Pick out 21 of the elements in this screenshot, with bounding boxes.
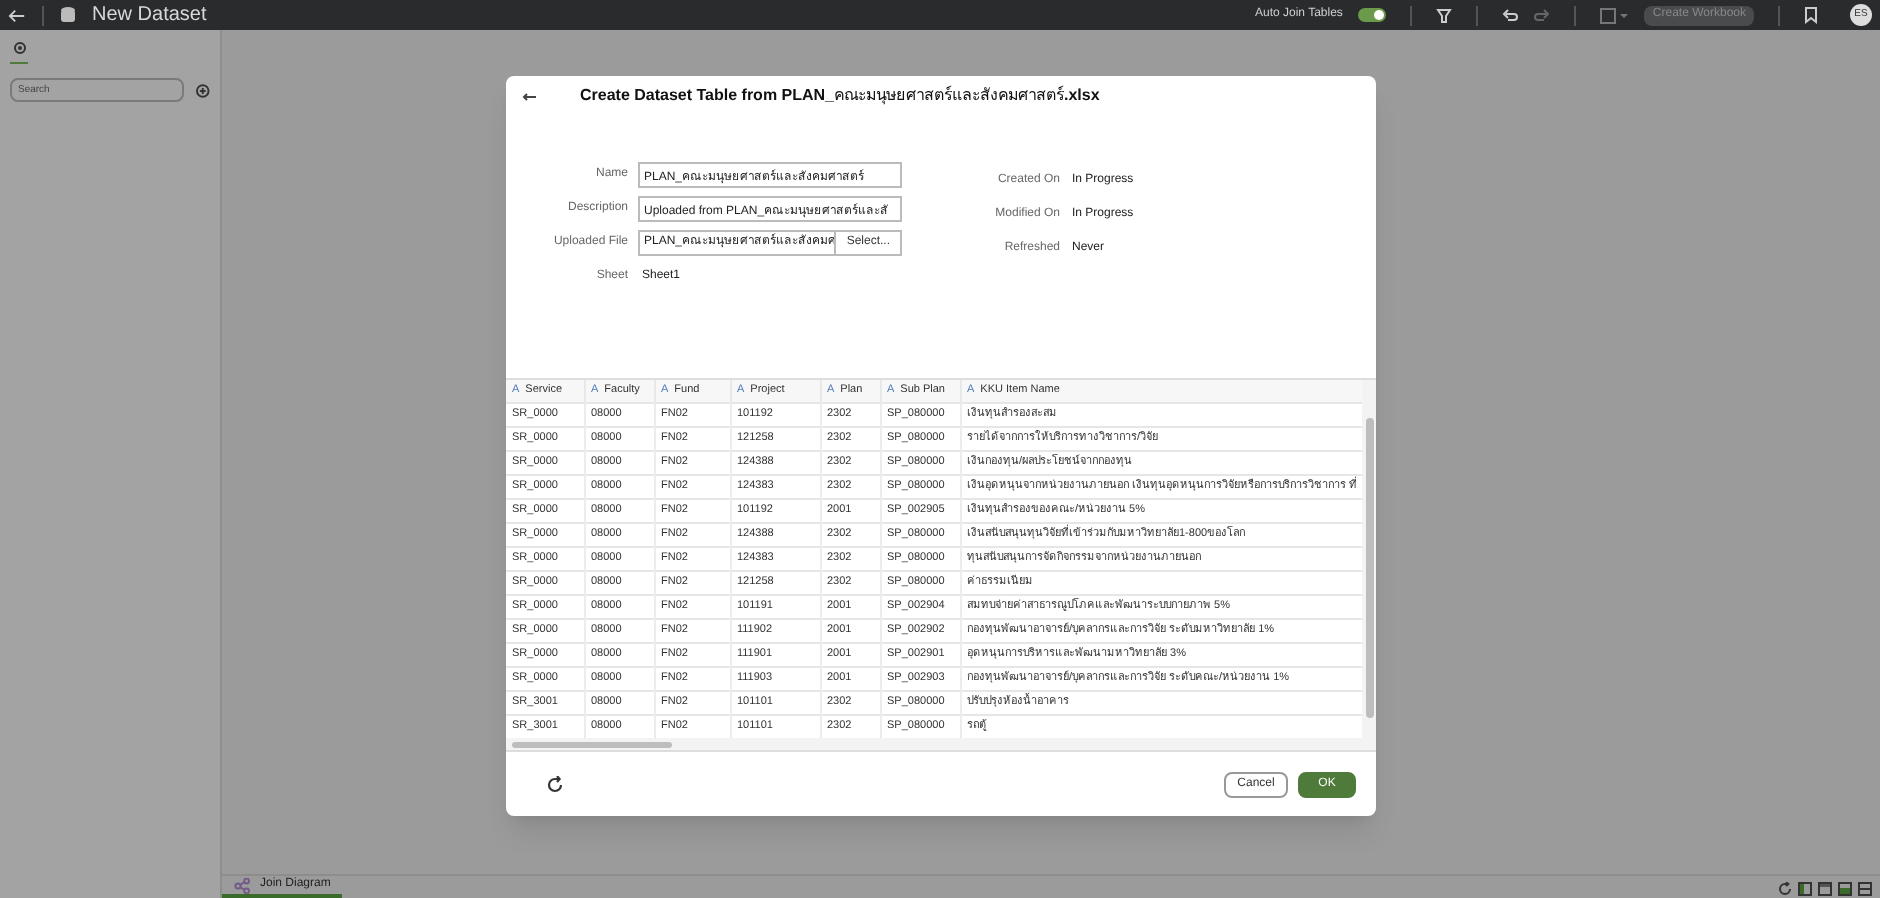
redo-icon[interactable] (1534, 7, 1551, 23)
refresh-icon[interactable] (546, 775, 564, 793)
top-panel-icon[interactable] (1818, 882, 1832, 896)
grid-panel-icon[interactable] (1858, 882, 1872, 896)
bookmark-icon[interactable] (1804, 6, 1818, 24)
share-nodes-icon (234, 877, 250, 893)
add-icon[interactable] (196, 83, 210, 97)
undo-icon[interactable] (1502, 7, 1519, 23)
vertical-scrollbar[interactable] (1362, 380, 1376, 738)
left-panel-icon[interactable] (1798, 882, 1812, 896)
app-title: New Dataset (92, 2, 207, 30)
auto-join-toggle[interactable] (1358, 8, 1387, 22)
bottom-panel-icon[interactable] (1838, 882, 1852, 896)
save-icon[interactable] (1600, 7, 1629, 23)
horizontal-scrollbar[interactable] (506, 738, 1376, 750)
dataset-icon (13, 42, 25, 54)
dialog-title: Create Dataset Table from PLAN_คณะมนุษยศาสตร์และสังคมศาสตร์.xlsx (580, 84, 1100, 108)
sidebar-tab[interactable] (10, 42, 28, 64)
database-icon (60, 6, 76, 24)
funnel-icon[interactable] (1436, 7, 1453, 23)
back-arrow-icon[interactable] (522, 91, 536, 101)
